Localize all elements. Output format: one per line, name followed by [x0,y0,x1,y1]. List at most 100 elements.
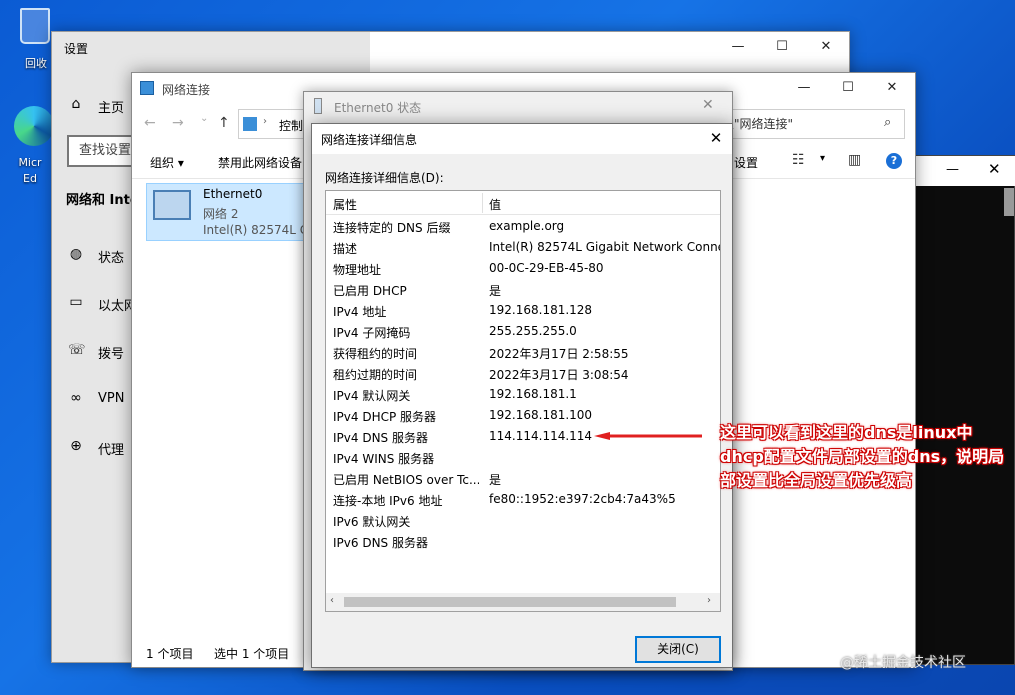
detail-row[interactable]: IPv4 默认网关 192.168.181.1 [326,384,720,405]
column-separator[interactable] [482,193,483,213]
detail-row[interactable]: 已启用 NetBIOS over Tc... 是 [326,468,720,489]
details-titlebar[interactable]: 网络连接详细信息 ✕ [312,124,732,154]
detail-row[interactable]: IPv6 默认网关 [326,510,720,531]
organize-menu[interactable]: 组织 ▾ [150,154,184,171]
detail-property: IPv4 默认网关 [333,389,411,403]
netconn-maximize-button[interactable]: ☐ [826,73,870,103]
detail-row[interactable]: 获得租约的时间 2022年3月17日 2:58:55 [326,342,720,363]
scroll-right-icon[interactable]: › [707,595,711,606]
list-header: 属性 值 [326,191,720,215]
console-scrollbar[interactable] [1004,188,1014,216]
status-item-count: 1 个项目 [146,647,194,661]
detail-row[interactable]: IPv4 子网掩码 255.255.255.0 [326,321,720,342]
console-window[interactable]: — ✕ [905,155,1015,665]
ethernet0-connection-item[interactable]: Ethernet0 网络 2 Intel(R) 82574L Gi [146,183,312,241]
view-options-icon[interactable]: ☷ [792,152,805,168]
details-listview[interactable]: 属性 值 连接特定的 DNS 后缀 example.org 描述 Intel(R) 8… [325,190,721,612]
connection-network: 网络 2 [203,207,239,221]
forward-arrow-icon[interactable]: → [172,115,184,131]
scrollbar-thumb[interactable] [344,597,676,607]
annotation-arrow [594,432,702,440]
horizontal-scrollbar[interactable]: ‹ › [326,593,720,611]
globe-status-icon: ◍ [69,246,83,262]
detail-row[interactable]: 物理地址 00-0C-29-EB-45-80 [326,258,720,279]
section-heading: 网络和 Inte [66,193,139,208]
detail-property: 物理地址 [333,263,382,277]
recent-chevron-icon[interactable]: ⌄ [200,113,208,124]
netconn-search-input[interactable]: 搜"网络连接" [715,109,905,139]
control-panel-icon [243,117,257,131]
netconn-minimize-button[interactable]: — [782,73,826,103]
close-button[interactable]: 关闭(C) [635,636,721,663]
detail-value: 192.168.181.100 [489,408,593,422]
detail-row[interactable]: 已启用 DHCP 是 [326,279,720,300]
detail-property: IPv4 WINS 服务器 [333,452,435,466]
disable-device-button[interactable]: 禁用此网络设备 [218,154,302,171]
edge-icon[interactable] [14,106,54,146]
settings-maximize-button[interactable]: ☐ [760,32,804,62]
breadcrumb[interactable]: 控制 [279,117,303,134]
detail-value: 2022年3月17日 3:08:54 [489,368,629,382]
network-adapter-icon [153,190,191,220]
details-list-label: 网络连接详细信息(D): [325,171,444,185]
detail-property: 租约过期的时间 [333,368,418,382]
detail-value: 192.168.181.128 [489,303,593,317]
detail-row[interactable]: IPv4 WINS 服务器 [326,447,720,468]
settings-command-tail[interactable]: 设置 [734,154,758,171]
details-close-icon[interactable]: ✕ [702,124,730,152]
detail-value: Intel(R) 82574L Gigabit Network Connec [489,240,721,254]
detail-property: 连接特定的 DNS 后缀 [333,221,451,235]
network-details-dialog[interactable]: 网络连接详细信息 ✕ 网络连接详细信息(D): 属性 值 连接特定的 DNS 后… [311,123,733,668]
details-title: 网络连接详细信息 [321,133,418,147]
column-value[interactable]: 值 [489,196,501,213]
connection-name: Ethernet0 [203,187,263,201]
console-close-button[interactable]: ✕ [988,160,1001,178]
detail-row[interactable]: 租约过期的时间 2022年3月17日 3:08:54 [326,363,720,384]
watermark: @稀土掘金技术社区 [840,655,966,671]
ethernet-status-icon [314,98,322,114]
detail-value: 114.114.114.114 [489,429,593,443]
detail-value: 是 [489,284,502,298]
settings-close-button[interactable]: ✕ [804,32,848,62]
detail-property: 已启用 DHCP [333,284,407,298]
home-label: 主页 [98,101,125,116]
detail-row[interactable]: 连接-本地 IPv6 地址 fe80::1952:e397:2cb4:7a43%5 [326,489,720,510]
back-arrow-icon[interactable]: ← [144,115,156,131]
netconn-close-button[interactable]: ✕ [870,73,914,103]
preview-pane-icon[interactable]: ▥ [848,152,861,168]
console-titlebar[interactable]: — ✕ [906,156,1015,186]
detail-row[interactable]: 描述 Intel(R) 82574L Gigabit Network Connec [326,237,720,258]
recycle-bin-icon[interactable] [20,8,50,44]
console-minimize-button[interactable]: — [946,162,959,177]
up-arrow-icon[interactable]: ↑ [218,115,230,131]
network-folder-icon [140,81,154,95]
view-dropdown-icon[interactable]: ▾ [820,153,825,164]
scroll-left-icon[interactable]: ‹ [330,595,334,606]
detail-property: IPv4 地址 [333,305,387,319]
search-icon[interactable]: ⌕ [884,115,891,130]
detail-value: 2022年3月17日 2:58:55 [489,347,629,361]
status-selected-count: 选中 1 个项目 [214,647,290,661]
help-icon[interactable]: ? [886,153,902,169]
detail-property: 连接-本地 IPv6 地址 [333,494,443,508]
detail-value: example.org [489,219,565,233]
settings-minimize-button[interactable]: — [716,32,760,62]
edge-label: Micr Ed [18,156,42,185]
detail-row[interactable]: IPv4 DHCP 服务器 192.168.181.100 [326,405,720,426]
annotation-text: 这里可以看到这里的dns是linux中dhcp配置文件局部设置的dns，说明局部… [720,423,1005,490]
ethernet-status-close-button[interactable]: ✕ [702,97,714,113]
home-icon: ⌂ [71,96,81,112]
column-property[interactable]: 属性 [333,196,357,213]
detail-value: 是 [489,473,502,487]
detail-property: IPv6 默认网关 [333,515,411,529]
detail-value: fe80::1952:e397:2cb4:7a43%5 [489,492,676,506]
detail-row[interactable]: 连接特定的 DNS 后缀 example.org [326,216,720,237]
detail-property: IPv4 DHCP 服务器 [333,410,437,424]
ethernet-icon: ▭ [69,294,83,310]
detail-row[interactable]: IPv6 DNS 服务器 [326,531,720,552]
breadcrumb-chevron-icon: › [263,116,267,127]
detail-row[interactable]: IPv4 地址 192.168.181.128 [326,300,720,321]
detail-property: IPv4 子网掩码 [333,326,411,340]
detail-property: IPv4 DNS 服务器 [333,431,428,445]
detail-property: 获得租约的时间 [333,347,418,361]
